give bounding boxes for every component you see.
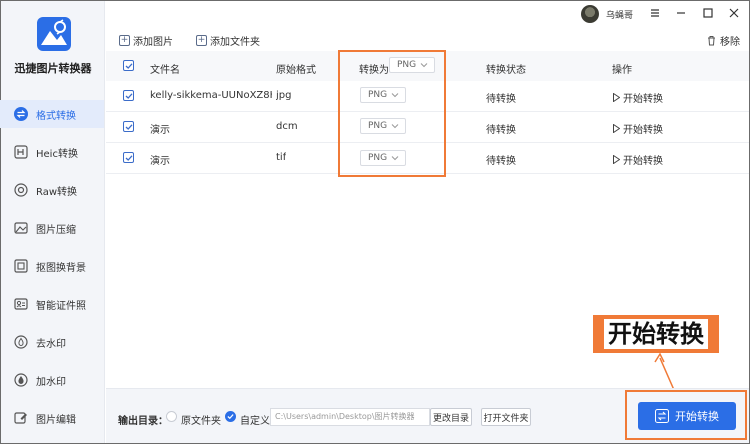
sidebar-item-label: 抠图换背景	[36, 262, 86, 274]
custom-folder-label: 自定义	[240, 416, 270, 427]
row-status: 待转换	[486, 125, 516, 136]
original-folder-label: 原文件夹	[181, 416, 221, 427]
trash-icon	[708, 36, 715, 46]
output-dir-label: 输出目录：	[118, 416, 168, 427]
row-checkbox[interactable]	[123, 152, 134, 163]
row-start-convert-button[interactable]: 开始转换	[613, 90, 663, 105]
convert-column-highlight	[338, 50, 446, 177]
sidebar-item-label: 去水印	[36, 338, 66, 350]
row-action-label: 开始转换	[623, 125, 663, 136]
start-convert-label: 开始转换	[675, 410, 719, 423]
start-convert-button[interactable]: 开始转换	[638, 402, 736, 430]
sidebar-item-remove-watermark[interactable]: 去水印	[0, 328, 104, 356]
sidebar-item-label: Raw转换	[36, 186, 78, 198]
close-icon[interactable]	[727, 6, 741, 20]
sidebar-item-label: 图片压缩	[36, 224, 76, 236]
heic-icon	[14, 145, 28, 159]
sidebar-item-edit-image[interactable]: 图片编辑	[0, 404, 104, 432]
add-folder-label: 添加文件夹	[210, 37, 260, 48]
add-image-label: 添加图片	[133, 37, 173, 48]
avatar[interactable]	[581, 5, 599, 23]
sidebar-item-raw[interactable]: Raw转换	[0, 176, 104, 204]
compress-icon	[14, 221, 28, 235]
row-status: 待转换	[486, 94, 516, 105]
row-start-convert-button[interactable]: 开始转换	[613, 152, 663, 167]
sidebar-item-add-watermark[interactable]: 加水印	[0, 366, 104, 394]
output-path-input[interactable]: C:\Users\admin\Desktop\图片转换器	[270, 408, 430, 426]
row-action-label: 开始转换	[623, 156, 663, 167]
cutout-icon	[14, 259, 28, 273]
add-watermark-icon	[14, 373, 28, 387]
row-start-convert-button[interactable]: 开始转换	[613, 121, 663, 136]
row-action-label: 开始转换	[623, 94, 663, 105]
app-logo-icon	[37, 17, 71, 51]
header-filename: 文件名	[150, 65, 180, 76]
menu-icon[interactable]	[648, 6, 662, 20]
play-icon	[613, 124, 620, 133]
sidebar-item-id-photo[interactable]: 智能证件照	[0, 290, 104, 318]
sidebar-item-label: 格式转换	[36, 110, 76, 122]
add-folder-button[interactable]: + 添加文件夹	[196, 33, 260, 48]
row-filename: kelly-sikkema-UUNoXZ8H56...	[150, 90, 272, 101]
change-dir-button[interactable]: 更改目录	[430, 408, 472, 426]
swap-icon	[14, 107, 28, 121]
app-title: 迅捷图片转换器	[14, 62, 92, 75]
start-convert-callout: 开始转换	[593, 315, 719, 353]
callout-arrow-icon	[654, 352, 675, 391]
row-format: tif	[276, 152, 287, 163]
remove-button[interactable]: 移除	[706, 33, 740, 48]
play-icon	[613, 155, 620, 164]
sidebar-item-heic[interactable]: Heic转换	[0, 138, 104, 166]
row-status: 待转换	[486, 156, 516, 167]
sidebar-item-label: 图片编辑	[36, 414, 76, 426]
maximize-icon[interactable]	[701, 6, 715, 20]
swap-icon	[655, 409, 669, 423]
edit-image-icon	[14, 411, 28, 425]
row-filename: 演示	[150, 156, 170, 167]
sidebar-item-label: Heic转换	[36, 148, 78, 160]
add-image-button[interactable]: + 添加图片	[119, 33, 173, 48]
sidebar-item-cutout[interactable]: 抠图换背景	[0, 252, 104, 280]
sidebar-item-label: 加水印	[36, 376, 66, 388]
row-checkbox[interactable]	[123, 121, 134, 132]
sidebar-item-compress[interactable]: 图片压缩	[0, 214, 104, 242]
play-icon	[613, 93, 620, 102]
remove-label: 移除	[720, 37, 740, 48]
header-status: 转换状态	[486, 65, 526, 76]
minimize-icon[interactable]	[674, 6, 688, 20]
username: 乌蝇哥	[606, 11, 634, 21]
radio-custom-folder[interactable]	[225, 411, 236, 422]
row-checkbox[interactable]	[123, 90, 134, 101]
open-folder-button[interactable]: 打开文件夹	[481, 408, 531, 426]
plus-icon: +	[119, 35, 130, 46]
header-orig-format: 原始格式	[276, 65, 316, 76]
id-photo-icon	[14, 297, 28, 311]
row-filename: 演示	[150, 125, 170, 136]
sidebar-item-format-convert[interactable]: 格式转换	[0, 100, 104, 128]
remove-watermark-icon	[14, 335, 28, 349]
select-all-checkbox[interactable]	[123, 60, 134, 71]
sidebar-item-label: 智能证件照	[36, 300, 86, 312]
raw-icon	[14, 183, 28, 197]
row-format: dcm	[276, 121, 298, 132]
row-format: jpg	[276, 90, 292, 101]
folder-plus-icon: +	[196, 35, 207, 46]
radio-original-folder[interactable]	[166, 411, 177, 422]
header-action: 操作	[612, 65, 632, 76]
callout-text: 开始转换	[604, 319, 708, 349]
